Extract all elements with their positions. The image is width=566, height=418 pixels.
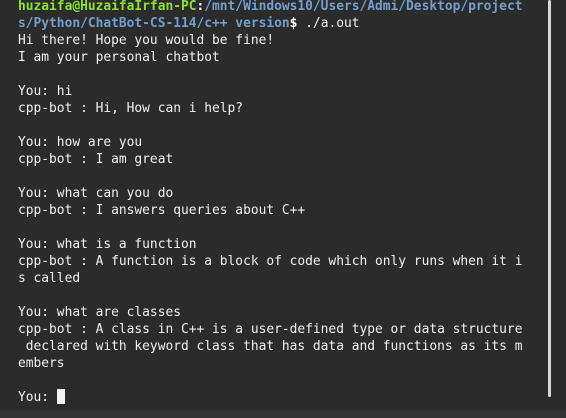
output-line: embers <box>18 356 65 371</box>
terminal-output: huzaifa@HuzaifaIrfan-PC:/mnt/Windows10/U… <box>18 0 542 406</box>
output-line: You: what are classes <box>18 305 181 320</box>
scrollbar[interactable] <box>548 0 551 397</box>
output-line: Hi there! Hope you would be fine! <box>18 33 275 48</box>
shell-prompt-line-1: huzaifa@HuzaifaIrfan-PC:/mnt/Windows10/U… <box>18 0 542 15</box>
chat-output: Hi there! Hope you would be fine! I am yo… <box>18 32 542 389</box>
input-prompt: You: <box>18 390 57 405</box>
output-line: You: how are you <box>18 135 143 150</box>
output-line: You: what is a function <box>18 237 197 252</box>
output-line: cpp-bot : A class in C++ is a user-defin… <box>18 322 523 337</box>
text-cursor <box>56 389 65 404</box>
output-line: I am your personal chatbot <box>18 50 220 65</box>
output-line: declared with keyword class that has dat… <box>18 339 523 354</box>
output-line: cpp-bot : Hi, How can i help? <box>18 101 244 116</box>
prompt-path-part-2: s/Python/ChatBot-CS-114/c++ version <box>18 16 290 31</box>
output-line: cpp-bot : I am great <box>18 152 174 167</box>
output-line: s called <box>18 271 81 286</box>
input-line[interactable]: You: <box>18 389 542 406</box>
shell-prompt-line-2: s/Python/ChatBot-CS-114/c++ version$ ./a… <box>18 15 542 32</box>
prompt-path-part-1: /mnt/Windows10/Users/Admi/Desktop/projec… <box>204 0 523 14</box>
prompt-user-host: huzaifa@HuzaifaIrfan-PC <box>18 0 197 14</box>
output-line: You: hi <box>18 84 73 99</box>
output-line: cpp-bot : A function is a block of code … <box>18 254 523 269</box>
prompt-command: ./a.out <box>297 16 360 31</box>
output-line: cpp-bot : I answers queries about C++ <box>18 203 306 218</box>
window-bottom-edge <box>0 410 566 418</box>
terminal-window[interactable]: huzaifa@HuzaifaIrfan-PC:/mnt/Windows10/U… <box>0 0 566 418</box>
output-line: You: what can you do <box>18 186 174 201</box>
